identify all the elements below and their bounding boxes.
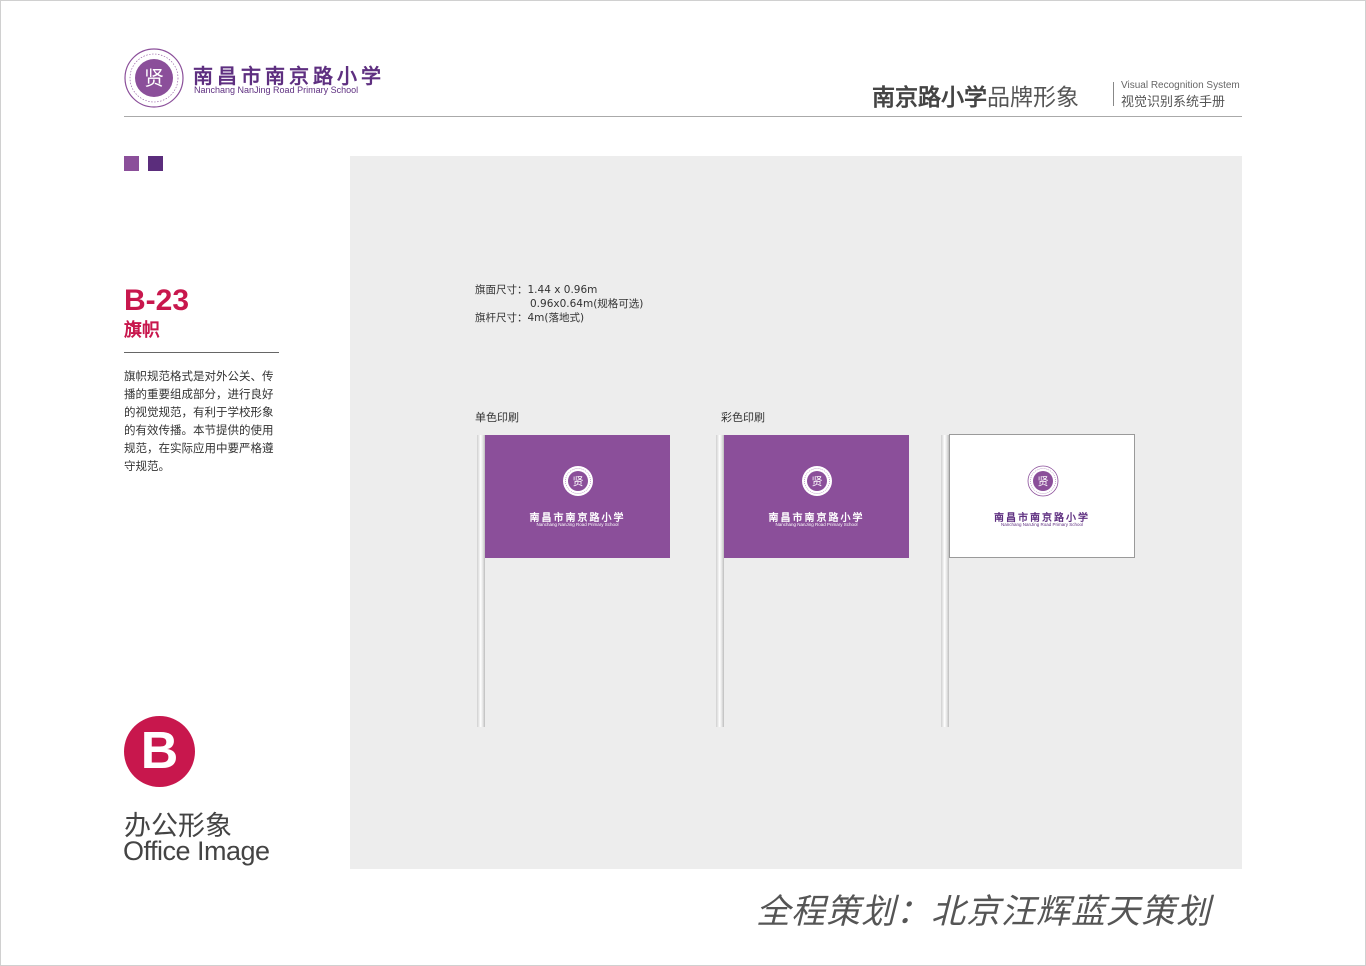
part-title-en: Office Image (123, 836, 270, 866)
school-emblem-icon: 贤 (124, 48, 184, 108)
emblem-char: 贤 (144, 66, 164, 90)
part-letter-badge: B (124, 716, 195, 787)
spec-pole-size: 旗杆尺寸：4m(落地式) (475, 312, 585, 324)
section-code: B-23 (124, 284, 190, 317)
caption-mono-print: 单色印刷 (475, 411, 519, 424)
brand-title-bold: 南京路小学 (872, 85, 987, 111)
flag-color-purple: 贤 南昌市南京路小学 Nanchang NanJing Road Primary… (724, 435, 909, 558)
spec-flag-size: 旗面尺寸：1.44 x 0.96m (475, 284, 598, 296)
flag-emblem-char: 贤 (573, 475, 584, 488)
flag-pole (941, 435, 949, 727)
brand-title-rest: 品牌形象 (987, 85, 1079, 111)
section-description: 旗帜规范格式是对外公关、传播的重要组成部分，进行良好的视觉规范，有利于学校形象的… (124, 369, 274, 473)
flag-mono: 贤 南昌市南京路小学 Nanchang NanJing Road Primary… (485, 435, 670, 558)
flag-school-name-en: Nanchang NanJing Road Primary School (775, 522, 858, 527)
footer-credit: 全程策划：北京汪辉蓝天策划 (756, 892, 1211, 932)
caption-color-print: 彩色印刷 (721, 411, 765, 424)
flag-emblem-icon: 贤 (563, 466, 593, 496)
spec-flag-size-alt: 0.96x0.64m(规格可选) (530, 298, 644, 310)
flag-emblem-char: 贤 (1038, 475, 1049, 488)
brand-title: 南京路小学品牌形象 (872, 78, 1079, 112)
flag-color-white: 贤 南昌市南京路小学 Nanchang NanJing Road Primary… (949, 434, 1135, 558)
flag-emblem-icon: 贤 (802, 466, 832, 496)
decor-square-light (124, 156, 139, 171)
school-name-en: Nanchang NanJing Road Primary School (194, 85, 359, 95)
flag-pole (716, 435, 724, 727)
brand-subtitle-cn: 视觉识别系统手册 (1121, 95, 1226, 110)
section-rule (124, 352, 279, 353)
section-name: 旗帜 (124, 320, 160, 341)
header-rule (124, 116, 1242, 117)
flag-emblem-icon: 贤 (1027, 465, 1059, 497)
flag-emblem-char: 贤 (812, 475, 823, 488)
flag-school-name-en: Nanchang NanJing Road Primary School (536, 522, 619, 527)
flag-pole (477, 435, 485, 727)
flag-school-name-en: Nanchang NanJing Road Primary School (1000, 522, 1084, 527)
decor-square-dark (148, 156, 163, 171)
brand-subtitle-en: Visual Recognition System (1121, 80, 1240, 91)
brand-divider (1113, 82, 1114, 106)
